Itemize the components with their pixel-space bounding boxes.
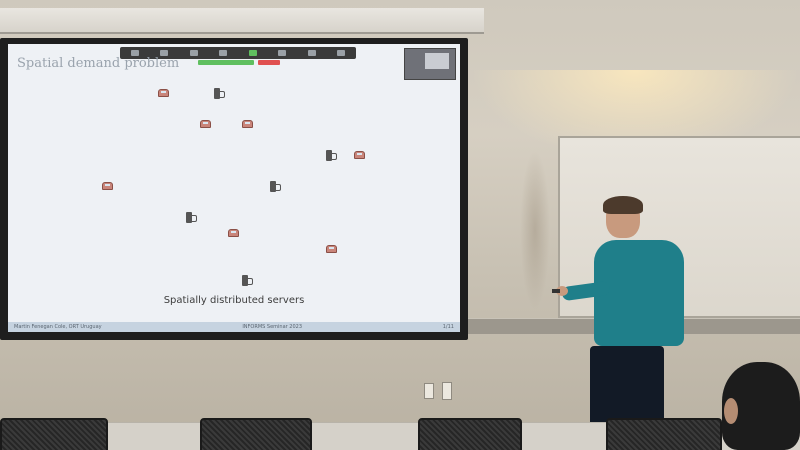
ev-charging-station-icon (186, 212, 197, 223)
car-icon (354, 151, 365, 159)
chair (606, 418, 722, 450)
stop-share-button[interactable] (258, 60, 280, 65)
car-icon (200, 120, 211, 128)
light-switch (442, 382, 452, 400)
chair (418, 418, 522, 450)
participants-icon[interactable] (189, 50, 198, 56)
ev-charging-station-icon (242, 275, 253, 286)
power-outlet (424, 383, 434, 399)
audience-member-ear (724, 398, 738, 424)
video-thumbnail-feed (425, 53, 449, 69)
slide-caption: Spatially distributed servers (163, 295, 305, 306)
slide-title: Spatial demand problem (17, 56, 180, 71)
car-icon (228, 229, 239, 237)
record-icon[interactable] (278, 50, 287, 56)
chair (200, 418, 312, 450)
wall-smudge (520, 150, 550, 310)
projected-slide: Spatial demand problem Spatially distrib… (8, 44, 460, 332)
more-icon[interactable] (337, 50, 346, 56)
car-icon (102, 182, 113, 190)
reactions-icon[interactable] (307, 50, 316, 56)
presenter (552, 196, 686, 436)
projector-screen-housing (0, 8, 484, 34)
ev-charging-station-icon (326, 150, 337, 161)
car-icon (158, 89, 169, 97)
car-icon (326, 245, 337, 253)
chat-icon[interactable] (219, 50, 228, 56)
chair (0, 418, 108, 450)
ev-charging-station-icon (214, 88, 225, 99)
video-thumbnail (404, 48, 456, 80)
presentation-clicker (552, 289, 560, 293)
sharing-status-bar (198, 60, 254, 65)
footer-author: Martin Fenegan Cole, ORT Uruguay (14, 324, 102, 330)
ev-charging-station-icon (270, 181, 281, 192)
share-screen-icon[interactable] (248, 50, 257, 56)
footer-page: 1/11 (442, 324, 454, 330)
footer-event: INFORMS Seminar 2023 (242, 324, 303, 330)
slide-footer: Martin Fenegan Cole, ORT Uruguay INFORMS… (8, 322, 460, 332)
presenter-hair (603, 196, 643, 214)
car-icon (242, 120, 253, 128)
